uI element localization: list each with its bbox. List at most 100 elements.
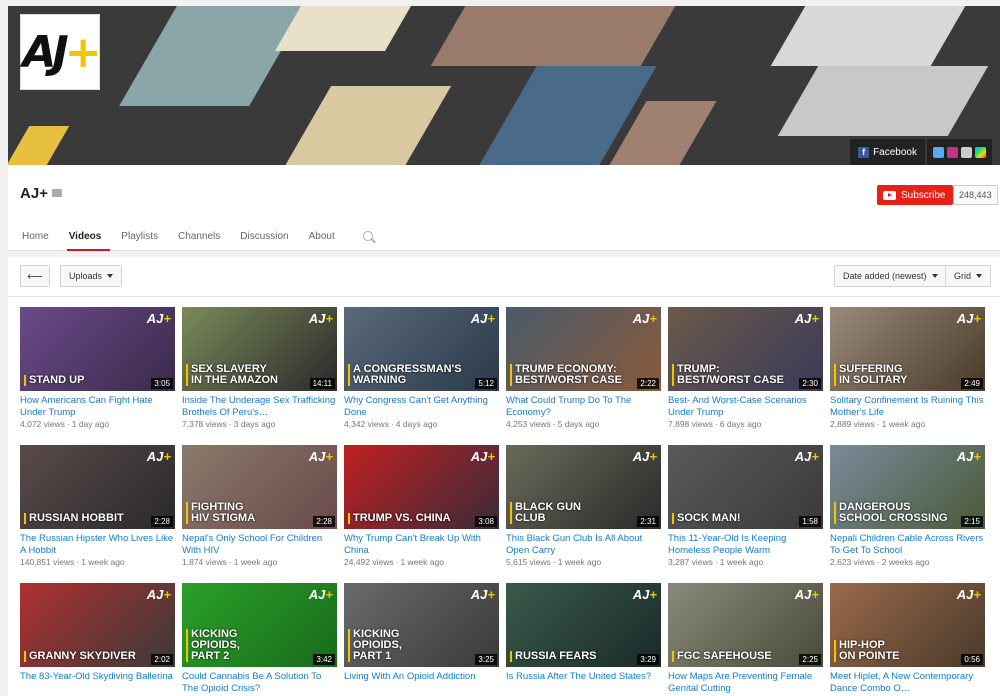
video-thumbnail[interactable]: AJ+ TRUMP: BEST/WORST CASE 2:30	[668, 307, 823, 391]
video-duration: 14:11	[309, 378, 335, 389]
video-title-link[interactable]: Could Cannabis Be A Solution To The Opio…	[182, 671, 337, 695]
google-play-icon[interactable]	[975, 146, 986, 158]
youtube-channel-page: AJ+ f Facebook AJ+ Subscribe 248,443 Hom…	[0, 0, 1000, 696]
video-thumbnail[interactable]: AJ+ FIGHTING HIV STIGMA 2:28	[182, 445, 337, 529]
tab-home[interactable]: Home	[20, 221, 58, 251]
video-card[interactable]: AJ+ FGC SAFEHOUSE 2:25 How Maps Are Prevent…	[668, 583, 823, 695]
view-count: 4,342 views	[344, 419, 389, 429]
video-thumbnail[interactable]: AJ+ RUSSIA FEARS 3:29	[506, 583, 661, 667]
video-thumbnail[interactable]: AJ+ SEX SLAVERY IN THE AMAZON 14:11	[182, 307, 337, 391]
tab-channels[interactable]: Channels	[176, 221, 229, 251]
video-thumbnail[interactable]: AJ+ DANGEROUS SCHOOL CROSSING 2:15	[830, 445, 985, 529]
video-card[interactable]: AJ+ DANGEROUS SCHOOL CROSSING 2:15 Nepali C…	[830, 445, 985, 568]
banner-image-shard	[777, 66, 989, 136]
back-button[interactable]: ⟵	[20, 265, 50, 287]
video-title-link[interactable]: Best- And Worst-Case Scenarios Under Tru…	[668, 395, 823, 419]
video-thumbnail[interactable]: AJ+ STAND UP 3:05	[20, 307, 175, 391]
video-duration: 3:05	[151, 378, 173, 389]
meta-separator: ·	[876, 557, 880, 567]
video-card[interactable]: AJ+ TRUMP ECONOMY: BEST/WORST CASE 2:22 Wha…	[506, 307, 661, 430]
video-card[interactable]: AJ+ KICKING OPIOIDS, PART 2 3:42 Could Cann…	[182, 583, 337, 695]
thumbnail-overlay-text: DANGEROUS SCHOOL CROSSING	[834, 502, 948, 524]
video-meta: 7,378 views · 3 days ago	[182, 419, 337, 430]
video-thumbnail[interactable]: AJ+ SOCK MAN! 1:58	[668, 445, 823, 529]
thumbnail-overlay-text: RUSSIA FEARS	[510, 651, 597, 662]
aj-plus-watermark-icon: AJ+	[794, 449, 819, 464]
video-title-link[interactable]: How Maps Are Preventing Female Genital C…	[668, 671, 823, 695]
thumbnail-overlay-text: TRUMP: BEST/WORST CASE	[672, 364, 784, 386]
subscribe-button[interactable]: Subscribe	[877, 185, 954, 205]
video-card[interactable]: AJ+ BLACK GUN CLUB 2:31 This Black Gun Club…	[506, 445, 661, 568]
thumbnail-overlay-text: KICKING OPIOIDS, PART 2	[186, 629, 240, 662]
video-title-link[interactable]: This 11-Year-Old Is Keeping Homeless Peo…	[668, 533, 823, 557]
aj-plus-watermark-icon: AJ+	[632, 449, 657, 464]
facebook-icon: f	[858, 146, 870, 158]
video-card[interactable]: AJ+ STAND UP 3:05 How Americans Can Fight H…	[20, 307, 175, 430]
search-icon[interactable]	[363, 231, 373, 241]
video-thumbnail[interactable]: AJ+ SUFFERING IN SOLITARY 2:49	[830, 307, 985, 391]
video-title-link[interactable]: The 83-Year-Old Skydiving Ballerina	[20, 671, 175, 695]
facebook-link[interactable]: f Facebook	[850, 139, 925, 165]
video-card[interactable]: AJ+ GRANNY SKYDIVER 2:02 The 83-Year-Old Sk…	[20, 583, 175, 695]
video-thumbnail[interactable]: AJ+ A CONGRESSMAN'S WARNING 5:12	[344, 307, 499, 391]
video-thumbnail[interactable]: AJ+ TRUMP VS. CHINA 3:08	[344, 445, 499, 529]
video-title-link[interactable]: This Black Gun Club Is All About Open Ca…	[506, 533, 661, 557]
video-card[interactable]: AJ+ SEX SLAVERY IN THE AMAZON 14:11 Inside …	[182, 307, 337, 430]
tab-videos[interactable]: Videos	[66, 221, 111, 251]
channel-logo[interactable]: AJ+	[20, 14, 102, 90]
video-title-link[interactable]: How Americans Can Fight Hate Under Trump	[20, 395, 175, 419]
video-title-link[interactable]: Why Congress Can't Get Anything Done	[344, 395, 499, 419]
tab-about[interactable]: About	[307, 221, 344, 251]
channel-name[interactable]: AJ+	[20, 185, 48, 202]
video-title-link[interactable]: Why Trump Can't Break Up With China	[344, 533, 499, 557]
video-card[interactable]: AJ+ RUSSIAN HOBBIT 2:28 The Russian Hipster…	[20, 445, 175, 568]
video-card[interactable]: AJ+ SUFFERING IN SOLITARY 2:49 Solitary Con…	[830, 307, 985, 430]
video-thumbnail[interactable]: AJ+ GRANNY SKYDIVER 2:02	[20, 583, 175, 667]
video-thumbnail[interactable]: AJ+ FGC SAFEHOUSE 2:25	[668, 583, 823, 667]
view-count: 24,492 views	[344, 557, 394, 567]
instagram-icon[interactable]	[947, 146, 958, 158]
video-thumbnail[interactable]: AJ+ KICKING OPIOIDS, PART 1 3:25	[344, 583, 499, 667]
video-title-link[interactable]: Inside The Underage Sex Trafficking Brot…	[182, 395, 337, 419]
video-title-link[interactable]: Nepal's Only School For Children With HI…	[182, 533, 337, 557]
video-duration: 3:29	[637, 654, 659, 665]
video-title-link[interactable]: What Could Trump Do To The Economy?	[506, 395, 661, 419]
view-count: 7,898 views	[668, 419, 713, 429]
tab-playlists[interactable]: Playlists	[119, 221, 167, 251]
video-card[interactable]: AJ+ FIGHTING HIV STIGMA 2:28 Nepal's Only S…	[182, 445, 337, 568]
video-duration: 3:08	[475, 516, 497, 527]
video-card[interactable]: AJ+ A CONGRESSMAN'S WARNING 5:12 Why Congre…	[344, 307, 499, 430]
video-title-link[interactable]: Meet Hiplet, A New Contemporary Dance Co…	[830, 671, 985, 695]
video-thumbnail[interactable]: AJ+ BLACK GUN CLUB 2:31	[506, 445, 661, 529]
twitter-icon[interactable]	[933, 146, 944, 158]
video-title-link[interactable]: Nepali Children Cable Across Rivers To G…	[830, 533, 985, 557]
video-thumbnail[interactable]: AJ+ TRUMP ECONOMY: BEST/WORST CASE 2:22	[506, 307, 661, 391]
sort-dropdown[interactable]: Date added (newest)	[834, 265, 947, 287]
view-dropdown[interactable]: Grid	[945, 265, 992, 287]
video-title-link[interactable]: Living With An Opioid Addiction	[344, 671, 499, 695]
upload-age: 1 week ago	[881, 419, 926, 429]
view-count: 4,253 views	[506, 419, 551, 429]
video-thumbnail[interactable]: AJ+ RUSSIAN HOBBIT 2:28	[20, 445, 175, 529]
video-duration: 5:12	[475, 378, 497, 389]
video-card[interactable]: AJ+ TRUMP VS. CHINA 3:08 Why Trump Can't Br…	[344, 445, 499, 568]
aj-plus-watermark-icon: AJ+	[794, 587, 819, 602]
video-title-link[interactable]: The Russian Hipster Who Lives Like A Hob…	[20, 533, 175, 557]
video-card[interactable]: AJ+ HIP-HOP ON POINTE 0:56 Meet Hiplet, A N…	[830, 583, 985, 695]
video-title-link[interactable]: Solitary Confinement Is Ruining This Mot…	[830, 395, 985, 419]
video-card[interactable]: AJ+ SOCK MAN! 1:58 This 11-Year-Old Is Keep…	[668, 445, 823, 568]
video-thumbnail[interactable]: AJ+ HIP-HOP ON POINTE 0:56	[830, 583, 985, 667]
video-card[interactable]: AJ+ KICKING OPIOIDS, PART 1 3:25 Living Wit…	[344, 583, 499, 696]
video-duration: 1:58	[799, 516, 821, 527]
video-thumbnail[interactable]: AJ+ KICKING OPIOIDS, PART 2 3:42	[182, 583, 337, 667]
tab-discussion[interactable]: Discussion	[238, 221, 297, 251]
video-card[interactable]: AJ+ RUSSIA FEARS 3:29 Is Russia After The U…	[506, 583, 661, 695]
youtube-play-icon	[883, 190, 896, 200]
medium-icon[interactable]	[961, 146, 972, 158]
video-title-link[interactable]: Is Russia After The United States?	[506, 671, 661, 695]
video-duration: 2:49	[961, 378, 983, 389]
uploads-dropdown[interactable]: Uploads	[60, 265, 123, 287]
upload-age: 6 days ago	[719, 419, 762, 429]
view-count: 5,615 views	[506, 557, 551, 567]
video-card[interactable]: AJ+ TRUMP: BEST/WORST CASE 2:30 Best- And W…	[668, 307, 823, 430]
